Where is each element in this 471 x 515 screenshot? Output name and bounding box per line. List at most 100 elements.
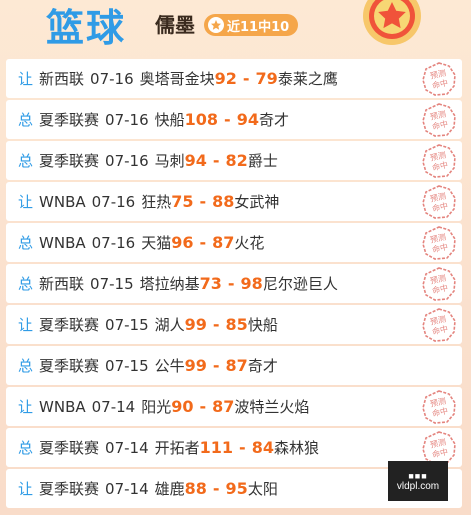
away-team: 太阳 <box>247 480 278 498</box>
score-separator: - <box>239 438 246 457</box>
league: 夏季联赛 <box>39 439 100 457</box>
home-team: 公牛 <box>154 357 185 375</box>
record-badge: 近11中10 <box>204 14 299 36</box>
score-separator: - <box>199 192 207 211</box>
away-score: 79 <box>255 69 278 88</box>
away-score: 95 <box>225 479 248 498</box>
league: 夏季联赛 <box>39 152 100 170</box>
away-team: 波特兰火焰 <box>234 398 310 416</box>
score-separator: - <box>212 356 220 375</box>
match-date: 07-15 <box>105 356 149 375</box>
hit-stamp-icon: 预测命中 <box>422 62 456 96</box>
score-separator: - <box>212 315 220 334</box>
away-team: 火花 <box>234 234 265 252</box>
away-team: 泰莱之鹰 <box>277 70 338 88</box>
match-date: 07-16 <box>91 192 136 211</box>
list-item[interactable]: 让新西联 07-16 奥塔哥金块 92-79 泰莱之鹰 预测 命中 <box>6 59 462 98</box>
league: WNBA <box>39 233 86 252</box>
home-team: 雄鹿 <box>154 480 185 498</box>
home-team: 马刺 <box>154 152 185 170</box>
home-score: 92 <box>214 69 237 88</box>
away-score: 87 <box>212 233 235 252</box>
bet-type: 让 <box>18 480 34 498</box>
list-item[interactable]: 总 WNBA 07-16 天猫 96-87 火花 预测 命中 <box>6 223 462 262</box>
hit-stamp-icon: 预测命中 <box>422 144 456 178</box>
list-item[interactable]: 让 WNBA 07-14 阳光 90-87 波特兰火焰 预测 命中 <box>6 387 462 426</box>
home-score: 94 <box>184 151 207 170</box>
bet-type: 总 <box>18 275 34 293</box>
bet-type: 总 <box>18 111 34 129</box>
hit-stamp-icon: 预测命中 <box>422 267 456 301</box>
prediction-list: 让新西联 07-16 奥塔哥金块 92-79 泰莱之鹰 预测 命中总夏季联赛 07-16 快船 1… <box>6 59 462 510</box>
match-date: 07-16 <box>91 233 136 252</box>
bet-type: 让 <box>18 193 34 211</box>
bet-type: 总 <box>18 152 34 170</box>
away-team: 奇才 <box>258 111 289 129</box>
home-team: 快船 <box>154 111 185 129</box>
league: 夏季联赛 <box>39 357 100 375</box>
hit-stamp-icon: 预测命中 <box>422 103 456 137</box>
league: WNBA <box>39 192 86 211</box>
away-score: 82 <box>225 151 248 170</box>
record-badge-label: 近11中10 <box>227 19 290 35</box>
bet-type: 让 <box>18 316 34 334</box>
star-icon <box>208 17 224 33</box>
home-score: 96 <box>171 233 194 252</box>
home-score: 111 <box>199 438 234 457</box>
bet-type: 总 <box>18 439 34 457</box>
home-score: 88 <box>184 479 207 498</box>
hit-stamp-icon: 预测命中 <box>422 431 456 465</box>
home-team: 塔拉纳基 <box>139 275 200 293</box>
away-score: 88 <box>212 192 235 211</box>
hit-stamp-icon: 预测命中 <box>422 226 456 260</box>
home-team: 湖人 <box>154 316 185 334</box>
away-team: 快船 <box>247 316 278 334</box>
home-score: 108 <box>184 110 219 129</box>
score-separator: - <box>212 151 220 170</box>
list-item[interactable]: 总夏季联赛 07-16 马刺 94-82 爵士 预测 命中 <box>6 141 462 180</box>
league: 新西联 <box>39 70 85 88</box>
home-score: 90 <box>171 397 194 416</box>
away-score: 87 <box>212 397 235 416</box>
author-name[interactable]: 儒墨 <box>155 11 195 39</box>
league: 夏季联赛 <box>39 316 100 334</box>
bet-type: 总 <box>18 357 34 375</box>
home-score: 99 <box>184 315 207 334</box>
bet-type: 总 <box>18 234 34 252</box>
list-item[interactable]: 让夏季联赛 07-15 湖人 99-85 快船 预测 命中 <box>6 305 462 344</box>
list-item[interactable]: 总夏季联赛 07-16 快船 108-94 奇才 预测 命中 <box>6 100 462 139</box>
score-separator: - <box>199 233 207 252</box>
match-date: 07-14 <box>91 397 136 416</box>
score-separator: - <box>227 274 235 293</box>
home-score: 73 <box>199 274 222 293</box>
match-date: 07-16 <box>90 69 134 88</box>
page-title: 篮球 <box>46 6 127 50</box>
away-score: 94 <box>236 110 259 129</box>
bet-type: 让 <box>18 398 34 416</box>
score-separator: - <box>224 110 231 129</box>
score-separator: - <box>242 69 250 88</box>
hit-stamp-icon: 预测命中 <box>422 390 456 424</box>
match-date: 07-16 <box>105 110 149 129</box>
hit-stamp-icon: 预测命中 <box>422 308 456 342</box>
away-score: 85 <box>225 315 248 334</box>
away-team: 爵士 <box>247 152 278 170</box>
list-item[interactable]: 让 WNBA 07-16 狂热 75-88 女武神 预测 命中 <box>6 182 462 221</box>
medal-star-icon <box>363 0 421 45</box>
away-score: 87 <box>225 356 248 375</box>
list-item[interactable]: 总新西联 07-15 塔拉纳基 73-98 尼尔逊巨人 预测 命中 <box>6 264 462 303</box>
match-date: 07-16 <box>105 151 149 170</box>
bet-type: 让 <box>18 70 34 88</box>
header: 篮球 儒墨 近11中10 <box>0 0 471 58</box>
home-team: 狂热 <box>141 193 172 211</box>
watermark-text: vldpl.com <box>396 480 440 492</box>
away-score: 84 <box>251 438 274 457</box>
list-item[interactable]: 总夏季联赛 07-15 公牛 99-87 奇才 <box>6 346 462 385</box>
match-date: 07-14 <box>105 479 149 498</box>
watermark-top: ■■■ <box>408 470 428 481</box>
match-date: 07-14 <box>105 438 149 457</box>
home-team: 开拓者 <box>154 439 200 457</box>
match-date: 07-15 <box>90 274 134 293</box>
away-team: 女武神 <box>234 193 280 211</box>
home-score: 99 <box>184 356 207 375</box>
